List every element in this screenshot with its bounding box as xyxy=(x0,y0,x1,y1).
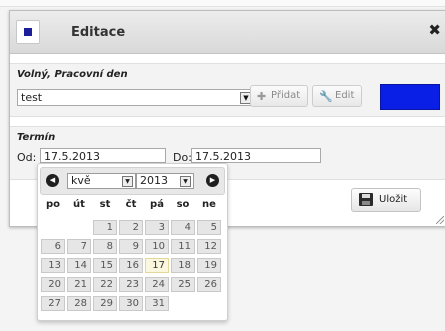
calendar-day[interactable]: 21 xyxy=(67,277,91,292)
calendar-day[interactable]: 4 xyxy=(171,220,195,235)
calendar-day[interactable]: 8 xyxy=(93,239,117,254)
chevron-down-icon[interactable]: ▼ xyxy=(122,176,133,187)
calendar-day[interactable]: 15 xyxy=(93,258,117,273)
weekday-header: ne xyxy=(202,199,216,210)
edit-button-label: Edit xyxy=(335,90,355,101)
calendar-day[interactable]: 11 xyxy=(171,239,195,254)
calendar-day[interactable]: 26 xyxy=(197,277,221,292)
month-select-value: kvě xyxy=(71,174,91,187)
year-select-value: 2013 xyxy=(140,174,168,187)
weekday-header: čt xyxy=(125,199,137,210)
prev-month-icon[interactable]: ◀ xyxy=(46,174,59,187)
next-month-icon[interactable]: ▶ xyxy=(206,174,219,187)
calendar-day[interactable]: 19 xyxy=(197,258,221,273)
weekday-header: po xyxy=(45,199,61,210)
calendar-day[interactable]: 7 xyxy=(67,239,91,254)
calendar-day[interactable]: 5 xyxy=(197,220,221,235)
add-button-label: Přidat xyxy=(271,90,301,101)
calendar-day[interactable]: 30 xyxy=(119,296,143,311)
calendar-day[interactable]: 27 xyxy=(41,296,65,311)
calendar-day[interactable]: 10 xyxy=(145,239,169,254)
add-button[interactable]: ✚ Přidat xyxy=(250,85,308,107)
calendar-day[interactable]: 20 xyxy=(41,277,65,292)
close-icon[interactable]: ✖ xyxy=(428,23,441,38)
dialog-title: Editace xyxy=(71,25,126,40)
resize-grip-icon[interactable] xyxy=(436,216,444,224)
calendar-day[interactable]: 6 xyxy=(41,239,65,254)
day-type-select[interactable]: test ▼ xyxy=(17,89,255,106)
top-strip xyxy=(0,0,445,7)
floppy-disk-icon xyxy=(359,193,373,206)
day-type-select-value: test xyxy=(21,91,43,104)
calendar-day[interactable]: 2 xyxy=(119,220,143,235)
calendar-day[interactable]: 3 xyxy=(145,220,169,235)
calendar-day[interactable]: 29 xyxy=(93,296,117,311)
save-button[interactable]: Uložit xyxy=(351,188,421,212)
calendar-day[interactable]: 12 xyxy=(197,239,221,254)
wrench-icon: 🔧 xyxy=(319,90,333,103)
od-date-input[interactable]: 17.5.2013 xyxy=(40,148,166,163)
year-select[interactable]: 2013 ▼ xyxy=(136,173,194,189)
month-select[interactable]: kvě ▼ xyxy=(67,173,136,189)
save-button-label: Uložit xyxy=(379,194,408,205)
calendar-day[interactable]: 14 xyxy=(67,258,91,273)
calendar-day[interactable]: 17 xyxy=(145,258,169,273)
weekday-header: st xyxy=(99,199,111,210)
calendar-day[interactable]: 28 xyxy=(67,296,91,311)
od-label: Od: xyxy=(17,151,37,164)
calendar-day[interactable]: 16 xyxy=(119,258,143,273)
calendar-day[interactable]: 31 xyxy=(145,296,169,311)
do-date-input[interactable]: 17.5.2013 xyxy=(191,148,321,163)
weekday-header: út xyxy=(73,199,85,210)
calendar-day[interactable]: 13 xyxy=(41,258,65,273)
calendar-day[interactable]: 22 xyxy=(93,277,117,292)
chevron-down-icon[interactable]: ▼ xyxy=(180,176,191,187)
day-type-section: Volný, Pracovní den test ▼ ✚ Přidat 🔧 Ed… xyxy=(10,63,445,117)
day-type-label: Volný, Pracovní den xyxy=(17,69,128,80)
weekday-header: so xyxy=(176,199,190,210)
edit-button[interactable]: 🔧 Edit xyxy=(312,85,362,107)
blue-action-button[interactable] xyxy=(380,84,440,110)
datepicker-popup: ◀ kvě ▼ 2013 ▼ ▶ po út st čt pá so ne 12… xyxy=(37,163,228,321)
calendar-day[interactable]: 18 xyxy=(171,258,195,273)
term-label: Termín xyxy=(17,132,56,143)
datepicker-header: ◀ kvě ▼ 2013 ▼ ▶ xyxy=(40,167,225,195)
dialog-titlebar: Editace ✖ xyxy=(10,11,445,54)
app-icon xyxy=(16,20,40,44)
weekday-header: pá xyxy=(150,199,164,210)
calendar-day[interactable]: 9 xyxy=(119,239,143,254)
calendar-day[interactable]: 24 xyxy=(145,277,169,292)
plus-icon: ✚ xyxy=(257,90,267,103)
calendar-day[interactable]: 23 xyxy=(119,277,143,292)
calendar-day[interactable]: 25 xyxy=(171,277,195,292)
calendar-day[interactable]: 1 xyxy=(93,220,117,235)
